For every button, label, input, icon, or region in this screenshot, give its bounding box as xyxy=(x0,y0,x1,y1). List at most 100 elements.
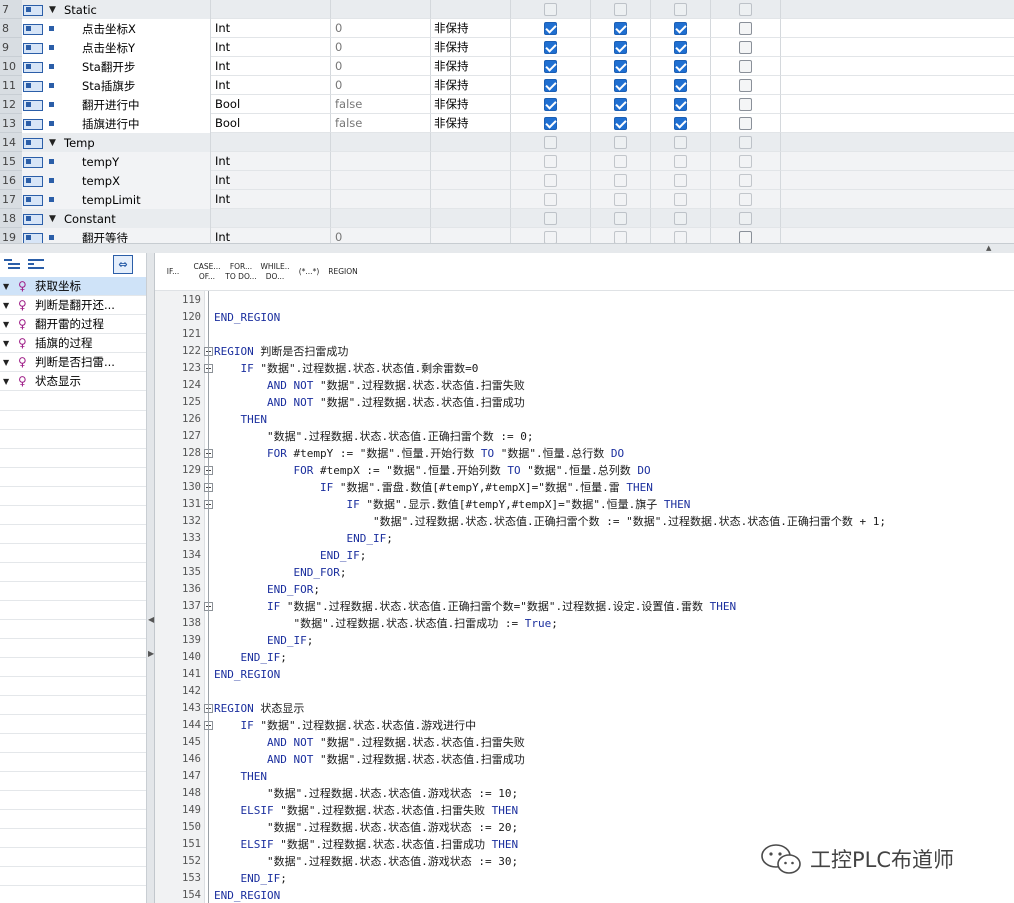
declaration-row[interactable]: 18 ▼ Constant xyxy=(0,209,1014,228)
checkbox[interactable] xyxy=(544,211,557,225)
comment-cell[interactable] xyxy=(781,209,1014,228)
code-line[interactable]: 119 xyxy=(155,292,1014,309)
code-line[interactable]: 134 END_IF; xyxy=(155,547,1014,564)
checkbox[interactable] xyxy=(739,192,752,206)
insert-statement-button[interactable]: (*...*) xyxy=(293,255,325,289)
declaration-row[interactable]: 15 tempY Int xyxy=(0,152,1014,171)
variable-name-cell[interactable]: Static xyxy=(60,0,211,19)
code-line[interactable]: 154 END_REGION xyxy=(155,887,1014,903)
checkbox[interactable] xyxy=(674,21,687,35)
retain-cell[interactable] xyxy=(431,209,511,228)
checkbox[interactable] xyxy=(739,116,752,130)
checkbox[interactable] xyxy=(739,135,752,149)
checkbox[interactable] xyxy=(544,173,557,187)
insert-statement-button[interactable]: WHILE.. DO... xyxy=(259,255,291,289)
retain-cell[interactable]: 非保持 xyxy=(431,57,511,76)
checkbox[interactable] xyxy=(739,21,752,35)
checkbox[interactable] xyxy=(614,2,627,16)
vertical-divider[interactable]: ◀ ▶ xyxy=(147,253,155,903)
variable-name-cell[interactable]: Constant xyxy=(60,209,211,228)
comment-cell[interactable] xyxy=(781,228,1014,243)
code-line[interactable]: 147 THEN xyxy=(155,768,1014,785)
code-line[interactable]: 126 THEN xyxy=(155,411,1014,428)
code-line[interactable]: 131 IF "数据".显示.数值[#tempY,#tempX]="数据".恒量… xyxy=(155,496,1014,513)
code-line[interactable]: 141 END_REGION xyxy=(155,666,1014,683)
retain-cell[interactable]: 非保持 xyxy=(431,114,511,133)
declaration-row[interactable]: 13 插旗进行中 Bool false 非保持 xyxy=(0,114,1014,133)
variable-name-cell[interactable]: 插旗进行中 xyxy=(60,114,211,133)
expand-triangle-icon[interactable]: ▼ xyxy=(3,358,13,367)
collapse-left-icon[interactable]: ◀ xyxy=(148,615,154,624)
default-value-cell[interactable] xyxy=(331,171,431,190)
variable-name-cell[interactable]: tempLimit xyxy=(60,190,211,209)
default-value-cell[interactable] xyxy=(331,190,431,209)
data-type-cell[interactable]: Bool xyxy=(211,114,331,133)
default-value-cell[interactable] xyxy=(331,209,431,228)
checkbox[interactable] xyxy=(544,21,557,35)
checkbox[interactable] xyxy=(739,97,752,111)
variable-name-cell[interactable]: 点击坐标X xyxy=(60,19,211,38)
outline-item[interactable]: ▼ ♀ 插旗的过程 xyxy=(0,334,146,353)
data-type-cell[interactable]: Int xyxy=(211,38,331,57)
checkbox[interactable] xyxy=(614,21,627,35)
declaration-row[interactable]: 10 Sta翻开步 Int 0 非保持 xyxy=(0,57,1014,76)
checkbox[interactable] xyxy=(674,59,687,73)
declaration-row[interactable]: 17 tempLimit Int xyxy=(0,190,1014,209)
checkbox[interactable] xyxy=(614,173,627,187)
retain-cell[interactable] xyxy=(431,228,511,243)
checkbox[interactable] xyxy=(614,135,627,149)
code-line[interactable]: 122 REGION 判断是否扫雷成功 xyxy=(155,343,1014,360)
default-value-cell[interactable]: false xyxy=(331,95,431,114)
code-line[interactable]: 124 AND NOT "数据".过程数据.状态.状态值.扫雷失败 xyxy=(155,377,1014,394)
outline-item[interactable]: ▼ ♀ 判断是否扫雷... xyxy=(0,353,146,372)
checkbox[interactable] xyxy=(739,59,752,73)
variable-name-cell[interactable]: Temp xyxy=(60,133,211,152)
code-line[interactable]: 127 "数据".过程数据.状态.状态值.正确扫雷个数 := 0; xyxy=(155,428,1014,445)
code-line[interactable]: 140 END_IF; xyxy=(155,649,1014,666)
data-type-cell[interactable]: Int xyxy=(211,19,331,38)
checkbox[interactable] xyxy=(544,135,557,149)
code-line[interactable]: 132 "数据".过程数据.状态.状态值.正确扫雷个数 := "数据".过程数据… xyxy=(155,513,1014,530)
code-line[interactable]: 125 AND NOT "数据".过程数据.状态.状态值.扫雷成功 xyxy=(155,394,1014,411)
variable-name-cell[interactable]: Sta翻开步 xyxy=(60,57,211,76)
default-value-cell[interactable] xyxy=(331,133,431,152)
comment-cell[interactable] xyxy=(781,57,1014,76)
data-type-cell[interactable] xyxy=(211,0,331,19)
checkbox[interactable] xyxy=(674,97,687,111)
outline-item[interactable]: ▼ ♀ 状态显示 xyxy=(0,372,146,391)
checkbox[interactable] xyxy=(544,59,557,73)
default-value-cell[interactable]: 0 xyxy=(331,38,431,57)
outline-item[interactable]: ▼ ♀ 获取坐标 xyxy=(0,277,146,296)
code-line[interactable]: 149 ELSIF "数据".过程数据.状态.状态值.扫雷失败 THEN xyxy=(155,802,1014,819)
retain-cell[interactable]: 非保持 xyxy=(431,19,511,38)
declaration-row[interactable]: 8 点击坐标X Int 0 非保持 xyxy=(0,19,1014,38)
checkbox[interactable] xyxy=(739,154,752,168)
scl-code-editor[interactable]: 119 120 END_REGION 121 122 REGION 判断是否扫雷成功 123… xyxy=(155,291,1014,903)
comment-cell[interactable] xyxy=(781,152,1014,171)
checkbox[interactable] xyxy=(544,40,557,54)
checkbox[interactable] xyxy=(614,78,627,92)
outline-item[interactable]: ▼ ♀ 判断是翻开还... xyxy=(0,296,146,315)
retain-cell[interactable]: 非保持 xyxy=(431,76,511,95)
checkbox[interactable] xyxy=(544,154,557,168)
default-value-cell[interactable] xyxy=(331,0,431,19)
data-type-cell[interactable] xyxy=(211,133,331,152)
checkbox[interactable] xyxy=(544,2,557,16)
data-type-cell[interactable]: Int xyxy=(211,228,331,243)
declaration-row[interactable]: 16 tempX Int xyxy=(0,171,1014,190)
data-type-cell[interactable]: Int xyxy=(211,171,331,190)
declaration-row[interactable]: 12 翻开进行中 Bool false 非保持 xyxy=(0,95,1014,114)
checkbox[interactable] xyxy=(674,135,687,149)
expand-all-icon[interactable] xyxy=(4,258,20,272)
comment-cell[interactable] xyxy=(781,171,1014,190)
splitter-grip-icon[interactable]: ▲ xyxy=(986,245,996,252)
code-line[interactable]: 133 END_IF; xyxy=(155,530,1014,547)
checkbox[interactable] xyxy=(739,173,752,187)
variable-name-cell[interactable]: 翻开等待 xyxy=(60,228,211,243)
declaration-row[interactable]: 9 点击坐标Y Int 0 非保持 xyxy=(0,38,1014,57)
retain-cell[interactable] xyxy=(431,190,511,209)
comment-cell[interactable] xyxy=(781,190,1014,209)
comment-cell[interactable] xyxy=(781,0,1014,19)
checkbox[interactable] xyxy=(614,97,627,111)
code-line[interactable]: 146 AND NOT "数据".过程数据.状态.状态值.扫雷成功 xyxy=(155,751,1014,768)
